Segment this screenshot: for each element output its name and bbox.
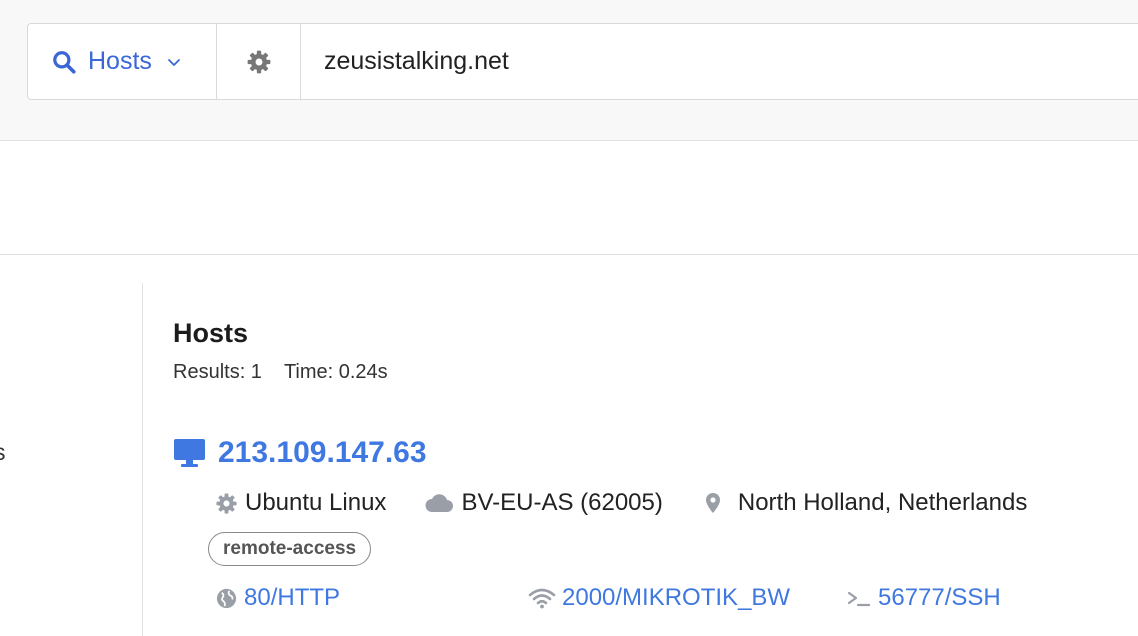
port-link-http[interactable]: 80/HTTP bbox=[215, 584, 340, 612]
host-ip: 213.109.147.63 bbox=[218, 436, 427, 469]
content-header-band bbox=[0, 141, 1138, 255]
sidebar-filter-label: s bbox=[0, 439, 6, 466]
host-ip-link[interactable]: 213.109.147.63 bbox=[173, 436, 427, 470]
search-box: Hosts bbox=[27, 23, 1138, 100]
globe-icon bbox=[216, 588, 237, 608]
port-link-ssh[interactable]: 56777/SSH bbox=[846, 584, 1001, 612]
host-location: North Holland, Netherlands bbox=[701, 489, 1028, 517]
map-pin-icon bbox=[705, 493, 720, 513]
port-link-mikrotik[interactable]: 2000/MIKROTIK_BW bbox=[528, 584, 790, 612]
search-type-label: Hosts bbox=[88, 47, 152, 75]
results-title: Hosts bbox=[173, 318, 249, 348]
host-facts: Ubuntu Linux BV-EU-AS (62005) North Holl… bbox=[215, 489, 1065, 517]
monitor-icon bbox=[174, 439, 205, 467]
port-label: 2000/MIKROTIK_BW bbox=[562, 584, 791, 611]
search-settings-button[interactable] bbox=[217, 24, 301, 99]
host-asn: BV-EU-AS (62005) bbox=[424, 489, 663, 517]
chevron-down-icon bbox=[168, 58, 180, 66]
search-input[interactable] bbox=[301, 24, 1138, 99]
host-asn-label: BV-EU-AS (62005) bbox=[461, 489, 663, 516]
results-meta: Results: 1 Time: 0.24s bbox=[173, 361, 388, 384]
port-label: 80/HTTP bbox=[244, 584, 341, 611]
sidebar-divider bbox=[142, 283, 143, 636]
search-icon bbox=[53, 50, 76, 74]
search-type-dropdown[interactable]: Hosts bbox=[28, 24, 217, 99]
search-bar-region: Hosts bbox=[0, 0, 1138, 141]
results-count: Results: 1 bbox=[173, 361, 262, 383]
terminal-icon bbox=[847, 591, 871, 607]
host-tag[interactable]: remote-access bbox=[208, 532, 372, 566]
cloud-icon bbox=[425, 494, 454, 512]
port-label: 56777/SSH bbox=[878, 584, 1001, 611]
gear-icon bbox=[216, 492, 237, 514]
gear-icon bbox=[247, 50, 270, 73]
host-os-label: Ubuntu Linux bbox=[245, 489, 387, 516]
host-location-label: North Holland, Netherlands bbox=[737, 489, 1028, 516]
results-time: Time: 0.24s bbox=[283, 361, 388, 383]
wifi-icon bbox=[528, 588, 556, 609]
host-os: Ubuntu Linux bbox=[215, 489, 386, 517]
